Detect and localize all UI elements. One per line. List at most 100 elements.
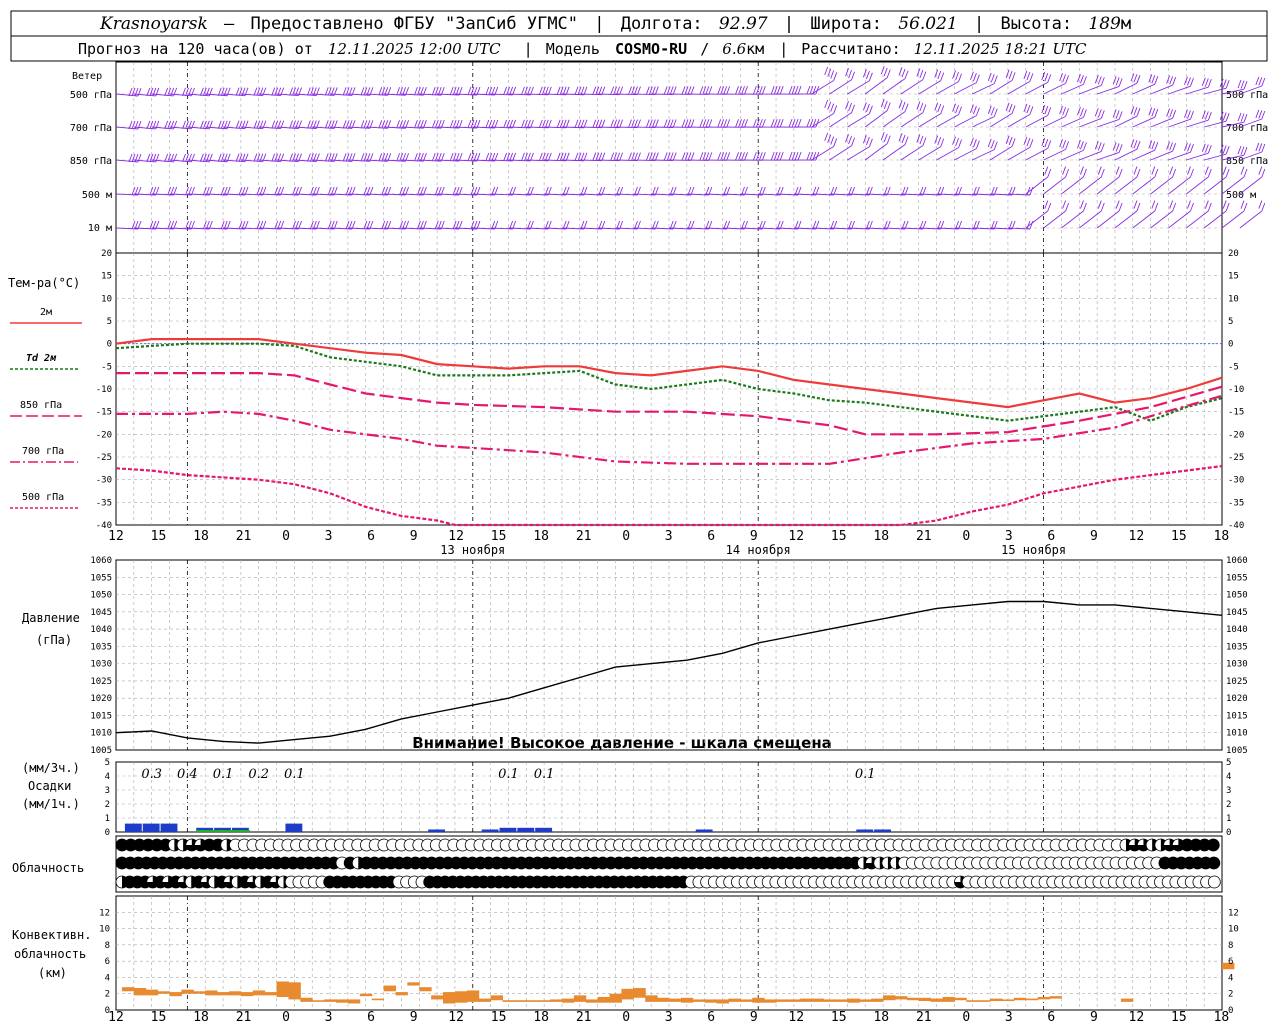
cloud-circle xyxy=(1207,875,1221,889)
wind-barb xyxy=(972,83,995,95)
wind-barb-flag xyxy=(1151,200,1156,209)
wind-barb-flag xyxy=(955,71,960,81)
conv-bar xyxy=(966,1000,979,1002)
wind-barb-flag xyxy=(741,152,745,161)
wind-barb-flag xyxy=(271,120,276,129)
temp-ytick-left: 15 xyxy=(101,272,112,282)
conv-xtick: 21 xyxy=(916,1010,932,1024)
wind-barb-flag xyxy=(1133,140,1138,149)
press-ytick-left: 1030 xyxy=(90,660,112,670)
precip-ytick-right: 4 xyxy=(1226,772,1231,782)
legend-td-label: Td 2м xyxy=(26,353,57,364)
conv-bar xyxy=(502,1000,515,1002)
wind-barb-flag xyxy=(702,152,707,161)
axis-layer: 20 2015 1510 105 50 0-5 -5-10 -10-15 -15-20 -20-2… xyxy=(90,249,1247,1024)
conv-bar xyxy=(728,998,741,1002)
wind-barb-flag xyxy=(770,152,775,161)
wind-barb-flag xyxy=(1094,141,1099,150)
temp-ytick-left: -10 xyxy=(96,385,112,395)
station-name: Krasnoyarsk xyxy=(99,14,208,34)
precip-bar-3h xyxy=(856,829,874,832)
wind-barb-flag xyxy=(1026,71,1031,81)
wind-barb-flag xyxy=(681,86,686,95)
wind-barb-flag xyxy=(1062,107,1067,116)
wind-barb-flag xyxy=(167,87,172,97)
wind-barb-flag xyxy=(1169,200,1174,209)
temp-ytick-left: 0 xyxy=(107,340,112,350)
wind-barb-flag xyxy=(1240,200,1245,209)
wind-barb-flag xyxy=(613,119,618,128)
wind-barb-flag xyxy=(845,134,849,143)
temp-ytick-right: 10 xyxy=(1228,294,1239,304)
wind-barb-flag xyxy=(758,86,763,95)
wind-barb-flag xyxy=(987,105,992,115)
wind-barb xyxy=(1043,176,1066,195)
wind-barb-flag xyxy=(1225,202,1230,212)
wind-barb-flag xyxy=(1047,140,1052,149)
wind-barb-flag xyxy=(868,72,873,81)
wind-barb-flag xyxy=(922,71,927,80)
wind-barb-flag xyxy=(253,153,258,162)
wind-barb-flag xyxy=(1154,109,1159,118)
wind-barb-flag xyxy=(1136,141,1141,150)
conv-bar xyxy=(609,993,622,1003)
wind-barb xyxy=(1150,210,1173,229)
wind-barb-flag xyxy=(654,119,659,128)
temp-xtick: 0 xyxy=(962,529,970,544)
temp-xtick: 15 xyxy=(1171,529,1187,544)
wind-barb-flag xyxy=(1201,143,1206,152)
temp-ytick-right: 15 xyxy=(1228,272,1239,282)
wind-barb-flag xyxy=(1237,79,1242,89)
conv-bar xyxy=(645,995,658,1002)
wind-barb-flag xyxy=(1115,200,1120,209)
wind-barb-flag xyxy=(934,69,939,78)
conv-xtick: 12 xyxy=(108,1010,124,1024)
wind-barb-flag xyxy=(1029,106,1034,115)
wind-barb-flag xyxy=(1243,114,1248,123)
conv-ytick-right: 10 xyxy=(1228,925,1239,935)
wind-barb-flag xyxy=(556,119,561,128)
conv-bar xyxy=(419,987,432,992)
wind-barb xyxy=(1168,118,1191,128)
wind-barb-flag xyxy=(271,153,276,162)
wind-barb xyxy=(1203,176,1227,195)
wind-barb-flag xyxy=(1062,140,1067,149)
wind-barb-flag xyxy=(574,152,579,161)
conv-bar xyxy=(573,995,587,1002)
conv-ytick-left: 2 xyxy=(105,990,110,1000)
wind-barb-flag xyxy=(1261,143,1266,153)
wind-barb-flag xyxy=(726,152,731,161)
wind-barb xyxy=(1114,82,1138,95)
wind-barb xyxy=(989,146,1013,161)
wind-barb-flag xyxy=(1065,108,1070,117)
wind-barb-flag xyxy=(616,86,621,95)
precip-bar-3h xyxy=(285,823,303,832)
conv-bar xyxy=(324,999,337,1002)
wind-barb-flag xyxy=(149,153,154,163)
wind-barb-flag xyxy=(1166,141,1171,150)
press-ytick-right: 1050 xyxy=(1226,591,1248,601)
wind-barb-flag xyxy=(598,152,603,161)
conv-bar xyxy=(217,992,230,996)
computed-time: 12.11.2025 18:21 UTC xyxy=(914,40,1087,58)
wind-barb xyxy=(1025,148,1048,161)
wind-barb-flag xyxy=(1148,140,1153,149)
wind-barb-flag xyxy=(574,119,579,128)
temp-xtick: 12 xyxy=(448,529,464,544)
wind-barb-flag xyxy=(916,68,921,77)
temp-ytick-left: -30 xyxy=(96,476,112,486)
wind-barb-flag xyxy=(735,119,739,128)
wind-barb-flag xyxy=(824,99,829,109)
temp-xtick: 6 xyxy=(367,529,375,544)
wind-barb-flag xyxy=(289,87,293,96)
wind-barb-flag xyxy=(830,70,835,79)
wind-barb xyxy=(1061,210,1084,229)
wind-barb-flag xyxy=(937,136,942,146)
wind-barb xyxy=(1096,85,1120,95)
wind-barb-flag xyxy=(1133,107,1138,116)
wind-barb-flag xyxy=(651,152,656,161)
wind-barb xyxy=(972,116,995,128)
wind-barb-flag xyxy=(202,87,207,96)
wind-barb-flag xyxy=(672,86,677,95)
temp-ytick-left: -25 xyxy=(96,453,112,463)
